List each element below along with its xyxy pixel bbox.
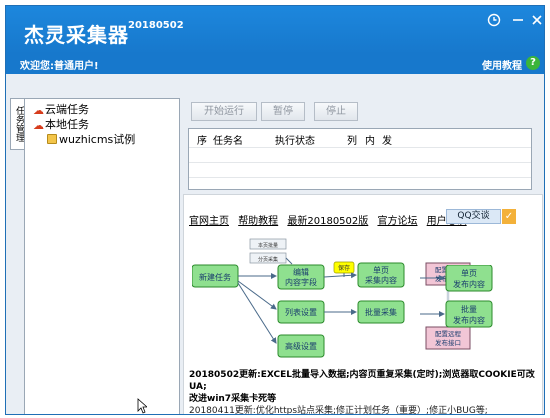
task-table[interactable]: 序 任务名 执行状态 列 内 发 <box>188 128 532 190</box>
folder-icon <box>47 134 57 144</box>
info-panel: 官网主页 帮助教程 最新20180502版 官方论坛 用户必读 QQ交谈 ✓ 本… <box>183 194 543 415</box>
column-header: 执行状态 <box>275 136 315 147</box>
publish-diagram: 单页 发布内容 批量 发布内容 <box>420 265 493 328</box>
link-forum[interactable]: 官方论坛 <box>377 216 417 227</box>
tree-item-label: 云端任务 <box>45 103 89 116</box>
column-header: 内 <box>365 136 375 147</box>
flow-batch-publish-label-2: 发布内容 <box>453 315 485 325</box>
cloud-icon: ☁ <box>33 119 44 132</box>
tree-item-label: wuzhicms试例 <box>59 133 136 146</box>
update-line-1: 20180502更新:EXCEL批量导入数据;内容页重复采集(定时);浏览器取C… <box>189 370 535 392</box>
flow-advanced-label: 高级设置 <box>285 341 317 351</box>
update-line-3: 20180411更新:优化https站点采集;修正计划任务（重要）;修正小BUG… <box>189 406 488 415</box>
column-header: 发 <box>382 136 392 147</box>
grid-line <box>189 147 531 148</box>
check-icon[interactable]: ✓ <box>502 209 516 224</box>
grid-line <box>189 162 531 163</box>
welcome-text: 欢迎您:普通用户! <box>20 61 99 72</box>
update-notes: 20180502更新:EXCEL批量导入数据;内容页重复采集(定时);浏览器取C… <box>189 369 542 415</box>
clock-icon[interactable] <box>486 12 502 28</box>
flow-batch-collect-label: 批量采集 <box>365 307 397 317</box>
tag-save-label: 保存 <box>338 264 350 272</box>
mouse-cursor-icon <box>137 398 147 414</box>
cloud-icon: ☁ <box>33 104 44 117</box>
tree-item-local-tasks[interactable]: ☁本地任务 <box>33 117 89 132</box>
help-link[interactable]: 使用教程 <box>482 57 522 72</box>
app-version: 20180502 <box>128 20 184 31</box>
app-window: 杰灵采集器 20180502 欢迎您:普通用户! 使用教程 ? 任务管理 ☁云端… <box>5 5 545 415</box>
grid-line <box>189 177 531 178</box>
tab-task-management[interactable]: 任务管理 <box>10 98 25 150</box>
flow-list-settings-label: 列表设置 <box>285 307 317 317</box>
tree-item-cloud-tasks[interactable]: ☁云端任务 <box>33 102 89 117</box>
qq-chat-button[interactable]: QQ交谈 <box>446 209 501 224</box>
tree-item-wuzhicms[interactable]: wuzhicms试例 <box>47 132 135 147</box>
task-toolbar: 开始运行 暂停 停止 <box>183 102 543 126</box>
start-button[interactable]: 开始运行 <box>191 102 257 121</box>
flow-batch-publish-label-1: 批量 <box>461 304 477 314</box>
app-title: 杰灵采集器 <box>24 23 129 47</box>
flow-single-publish-label-2: 发布内容 <box>453 279 485 289</box>
close-icon[interactable] <box>529 12 544 28</box>
status-bar: 欢迎您:普通用户! 使用教程 ? <box>6 54 544 74</box>
tree-item-label: 本地任务 <box>45 118 89 131</box>
flow-single-collect-label-2: 采集内容 <box>365 275 397 285</box>
flow-edit-fields-label-2: 内容字段 <box>285 277 317 287</box>
stop-button[interactable]: 停止 <box>314 102 358 121</box>
minimize-icon[interactable] <box>510 12 526 28</box>
flow-single-collect-label-1: 单页 <box>373 265 389 275</box>
pause-button[interactable]: 暂停 <box>261 102 305 121</box>
help-icon[interactable]: ? <box>526 56 540 70</box>
column-header: 任务名 <box>213 136 243 147</box>
link-homepage[interactable]: 官网主页 <box>189 216 229 227</box>
title-bar: 杰灵采集器 20180502 <box>6 6 544 54</box>
flow-edit-fields-label-1: 编辑 <box>293 267 309 277</box>
task-tree: ☁云端任务 ☁本地任务 wuzhicms试例 <box>24 98 180 414</box>
link-tutorial[interactable]: 帮助教程 <box>238 216 278 227</box>
column-header: 列 <box>347 136 357 147</box>
qq-chat-label: QQ交谈 <box>457 211 490 221</box>
link-latest-version[interactable]: 最新20180502版 <box>287 216 368 227</box>
flow-new-task-label: 新建任务 <box>199 272 231 282</box>
tag-paging-label: 分页采集 <box>258 256 278 263</box>
link-bar: 官网主页 帮助教程 最新20180502版 官方论坛 用户必读 <box>189 212 473 227</box>
column-header: 序 <box>197 136 207 147</box>
update-line-2: 改进win7采集卡死等 <box>189 394 277 404</box>
flow-single-publish-label-1: 单页 <box>461 268 477 278</box>
tag-batch-label: 本页批量 <box>258 242 278 249</box>
